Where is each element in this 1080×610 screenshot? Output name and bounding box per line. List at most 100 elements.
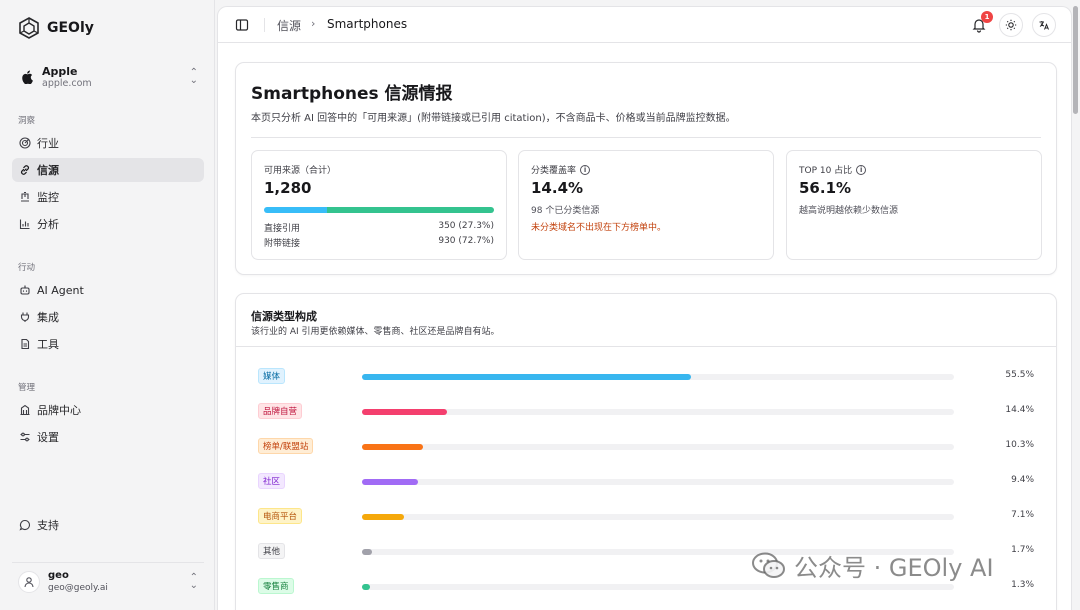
breadcrumb-current: Smartphones — [327, 17, 408, 31]
sidebar-item-settings[interactable]: 设置 — [12, 425, 204, 449]
user-menu[interactable]: geo geo@geoly.ai ⌃ ⌄ — [12, 562, 204, 600]
split-label: 附带链接 — [264, 239, 301, 249]
sun-icon — [1005, 19, 1017, 31]
sidebar-item-tools[interactable]: 工具 — [12, 332, 204, 356]
sidebar-item-monitor[interactable]: 监控 — [12, 185, 204, 209]
source-type-tag: 榜单/联盟站 — [258, 438, 314, 454]
bar-track — [362, 479, 954, 485]
section-title-action: 行动 — [18, 263, 36, 273]
percentage-label: 1.3% — [1011, 580, 1034, 590]
source-type-tag: 媒体 — [258, 368, 286, 384]
divider — [264, 18, 265, 32]
bar-fill — [362, 584, 370, 590]
stat-label: 可用来源（合计） — [264, 166, 337, 176]
avatar — [18, 570, 40, 593]
sidebar-item-ai-agent[interactable]: AI Agent — [12, 278, 204, 302]
stat-card-coverage: 分类覆盖率 i 14.4% 98 个已分类信源 未分类域名不出现在下方榜单中。 — [518, 150, 774, 260]
bar-fill — [362, 444, 423, 450]
sidebar-item-label: 行业 — [37, 137, 59, 150]
sidebar-item-brand-center[interactable]: 品牌中心 — [12, 398, 204, 422]
stat-label-row: TOP 10 占比 i — [799, 163, 867, 176]
info-icon[interactable]: i — [580, 164, 591, 175]
divider — [251, 137, 1041, 138]
geoly-logo-icon — [19, 17, 39, 39]
split-label: 直接引用 — [264, 224, 301, 234]
user-name: geo — [48, 569, 69, 581]
sidebar-item-label: 支持 — [37, 519, 59, 532]
theme-toggle-button[interactable] — [999, 13, 1023, 37]
split-bar-direct — [264, 207, 327, 213]
stat-warning: 未分类域名不出现在下方榜单中。 — [531, 223, 667, 233]
bar-track — [362, 584, 954, 590]
radar-icon — [19, 137, 31, 149]
source-type-row: 媒体 55.5% — [236, 366, 1056, 386]
chevron-right-icon: › — [311, 17, 316, 30]
source-type-row: 榜单/联盟站 10.3% — [236, 436, 1056, 456]
org-switcher[interactable]: Apple apple.com ⌃ ⌄ — [12, 60, 204, 94]
source-type-row: 社区 9.4% — [236, 471, 1056, 491]
wechat-icon — [752, 552, 785, 578]
source-type-row: 品牌自营 14.4% — [236, 401, 1056, 421]
source-type-tag: 零售商 — [258, 578, 294, 594]
watermark-text: 公众号 · GEOly AI — [794, 554, 994, 582]
bar-track — [362, 374, 954, 380]
stat-label-row: 分类覆盖率 i — [531, 163, 591, 176]
divider — [236, 346, 1056, 347]
section-title: 信源类型构成 — [251, 310, 317, 323]
info-icon[interactable]: i — [856, 164, 867, 175]
sidebar-item-label: 品牌中心 — [37, 404, 81, 417]
source-type-tag: 品牌自营 — [258, 403, 303, 419]
language-toggle-button[interactable] — [1032, 13, 1056, 37]
user-email: geo@geoly.ai — [48, 582, 108, 593]
source-type-tag: 其他 — [258, 543, 286, 559]
stat-sub: 越高说明越依赖少数信源 — [799, 206, 899, 216]
notification-badge: 1 — [981, 11, 993, 23]
topbar: 信源 › Smartphones 1 — [218, 7, 1071, 43]
bar-fill — [362, 549, 373, 555]
chevrons-up-down-icon: ⌃ ⌄ — [189, 571, 198, 591]
page-title: Smartphones 信源情报 — [251, 84, 453, 104]
sidebar-item-integrations[interactable]: 集成 — [12, 305, 204, 329]
file-icon — [19, 338, 31, 350]
source-type-tag: 社区 — [258, 473, 286, 489]
sidebar-item-label: 集成 — [37, 311, 59, 324]
stat-label: TOP 10 占比 — [799, 166, 853, 176]
scrollbar-thumb[interactable] — [1073, 6, 1078, 114]
bar-fill — [362, 514, 405, 520]
sidebar-item-analysis[interactable]: 分析 — [12, 212, 204, 236]
source-type-tag: 电商平台 — [258, 508, 303, 524]
section-title-manage: 管理 — [18, 383, 36, 393]
sidebar-item-label: 工具 — [37, 338, 59, 351]
stat-value: 14.4% — [531, 179, 584, 197]
percentage-label: 55.5% — [1005, 370, 1034, 380]
sidebar-item-label: 分析 — [37, 218, 59, 231]
sliders-icon — [19, 431, 31, 443]
split-bar-linked — [326, 207, 494, 213]
sidebar-item-support[interactable]: 支持 — [12, 513, 204, 537]
source-type-row: 电商平台 7.1% — [236, 506, 1056, 526]
org-name: Apple — [42, 64, 78, 78]
bar-track — [362, 444, 954, 450]
sidebar-item-sources[interactable]: 信源 — [12, 158, 204, 182]
building-icon — [19, 404, 31, 416]
split-row-linked: 附带链接 930 (72.7%) — [264, 236, 494, 249]
sidebar-item-label: 监控 — [37, 191, 59, 204]
apple-logo-icon — [18, 70, 36, 84]
brand[interactable]: GEOly — [18, 17, 94, 39]
sidebar: GEOly Apple apple.com ⌃ ⌄ 洞察 行业 信源 监控 分析 … — [0, 0, 215, 610]
stat-card-usable-sources: 可用来源（合计） 1,280 直接引用 350 (27.3%) 附带链接 930… — [251, 150, 507, 260]
sidebar-toggle-icon[interactable] — [235, 18, 249, 32]
bar-fill — [362, 409, 448, 415]
org-domain: apple.com — [42, 77, 92, 89]
link-icon — [19, 164, 31, 176]
breadcrumb-sources[interactable]: 信源 — [277, 17, 301, 34]
chevrons-up-down-icon: ⌃ ⌄ — [189, 67, 198, 86]
stat-value: 1,280 — [264, 179, 312, 197]
sidebar-item-label: 信源 — [37, 164, 59, 177]
sidebar-item-industry[interactable]: 行业 — [12, 131, 204, 155]
percentage-label: 14.4% — [1005, 405, 1034, 415]
split-value: 350 (27.3%) — [438, 221, 494, 231]
percentage-label: 1.7% — [1011, 545, 1034, 555]
bar-fill — [362, 479, 418, 485]
bar-track — [362, 409, 954, 415]
